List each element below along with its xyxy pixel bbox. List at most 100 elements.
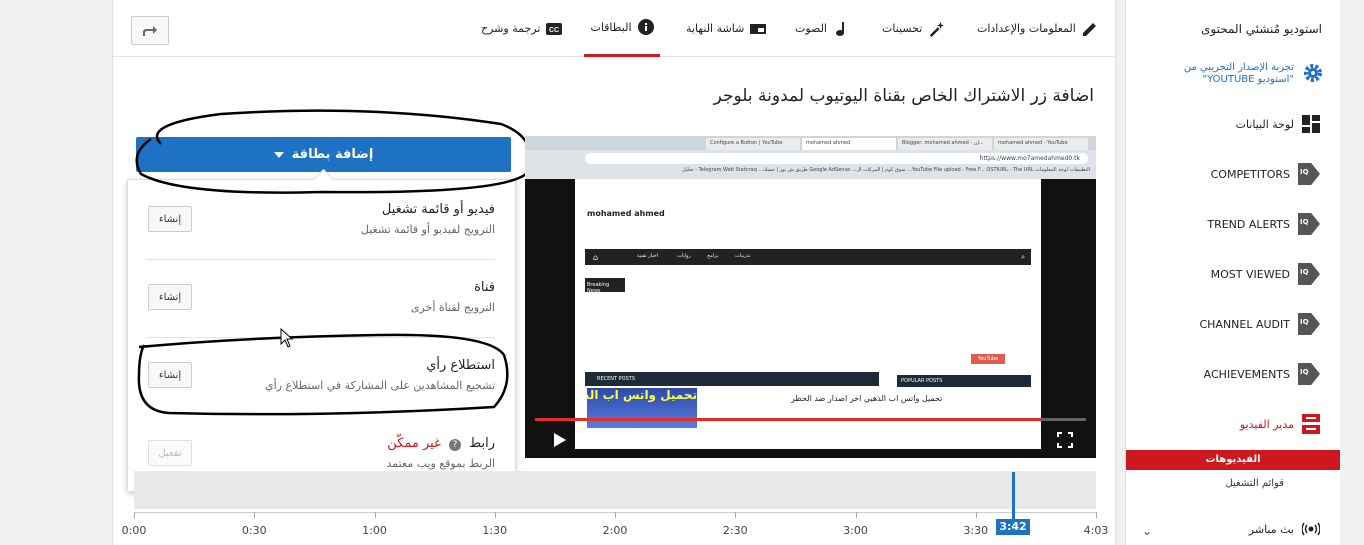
- add-card-button[interactable]: إضافة بطاقة: [136, 137, 511, 172]
- timeline-tick-mark: [494, 512, 496, 518]
- browser-tab: Blogger: mohamed ahmed - إن...: [898, 138, 992, 150]
- card-option-title-text: رابط: [469, 436, 495, 451]
- studio-sidebar: استوديو مُنشئي المحتوى تجربة الإصدار الت…: [1125, 0, 1340, 545]
- card-option-title: رابط ? غير ممكّن: [146, 436, 495, 451]
- card-option-link[interactable]: رابط ? غير ممكّن الربط بموقع ويب معتمد: [146, 436, 495, 470]
- timeline-tick-mark: [735, 512, 737, 518]
- breaking-news: Breaking News: [585, 278, 625, 294]
- card-option-title: فيديو أو قائمة تشغيل: [381, 202, 495, 217]
- create-channel-card-button[interactable]: إنشاء: [148, 284, 192, 310]
- vidiq-icon: IQ: [1298, 163, 1320, 185]
- sidebar-item-most-viewed[interactable]: MOST VIEWED IQ: [1211, 261, 1320, 287]
- tab-end-screen[interactable]: شاشة النهاية: [686, 0, 767, 57]
- player-controls: 3:42 / 4:02: [525, 424, 1096, 458]
- home-icon: ⌂: [593, 253, 599, 262]
- player-progress[interactable]: [535, 418, 1086, 421]
- chevron-down-icon[interactable]: ⌄: [1142, 524, 1152, 538]
- timeline-tick-label: 1:00: [362, 524, 387, 537]
- sidebar-item-label: مدير الفيديو: [1239, 417, 1294, 431]
- sidebar-item-trend-alerts[interactable]: TREND ALERTS IQ: [1207, 211, 1320, 237]
- tab-label: المعلومات والإعدادات: [977, 22, 1076, 35]
- timeline-track[interactable]: [134, 471, 1096, 509]
- sidebar-item-live[interactable]: بث مباشر: [1249, 522, 1320, 536]
- video-player[interactable]: Configure a Button | YouTube mohamed ahm…: [525, 136, 1096, 458]
- timeline-tick-mark: [615, 512, 616, 518]
- sidebar-item-competitors[interactable]: COMPETITORS IQ: [1211, 161, 1320, 187]
- tab-enhancements[interactable]: تحسينات: [882, 0, 945, 57]
- nav-item: تدريبات: [735, 253, 751, 259]
- share-button[interactable]: [131, 16, 169, 45]
- nav-item: اخبار تقنية: [637, 253, 659, 259]
- sidebar-item-channel-audit[interactable]: CHANNEL AUDIT IQ: [1199, 311, 1320, 337]
- live-icon: [1302, 522, 1320, 536]
- vidiq-icon: IQ: [1298, 313, 1320, 335]
- mute-icon[interactable]: [589, 432, 609, 452]
- timeline-tick-mark: [1096, 512, 1097, 518]
- timeline-tick-label: 0:00: [121, 524, 147, 537]
- card-option-poll[interactable]: استطلاع رأي تشجيع المشاهدين على المشاركة…: [146, 358, 495, 392]
- browser-tab: mohamed ahmed: [802, 138, 896, 150]
- timeline-tick-label: 3:00: [843, 524, 868, 537]
- tab-cards[interactable]: البطاقات: [584, 0, 660, 57]
- timeline-tick-label: 2:00: [602, 524, 628, 537]
- sidebar-item-video-manager[interactable]: مدير الفيديو: [1240, 411, 1320, 437]
- nav-item: برامج: [707, 253, 719, 259]
- tab-info-settings[interactable]: المعلومات والإعدادات: [977, 0, 1098, 57]
- end-screen-icon: [750, 21, 767, 37]
- timeline-tick-label: 2:30: [722, 524, 748, 537]
- sidebar-item-label: COMPETITORS: [1210, 167, 1290, 181]
- sidebar-item-achievements[interactable]: ACHIEVEMENTS IQ: [1204, 361, 1320, 387]
- studio-beta-link[interactable]: تجربة الإصدار التجريبي من "استوديو YOUTU…: [1184, 62, 1294, 86]
- mouse-cursor-icon: [280, 328, 294, 348]
- create-poll-card-button[interactable]: إنشاء: [148, 362, 192, 388]
- youtube-badge: YouTube: [971, 354, 1005, 364]
- svg-text:CC: CC: [549, 27, 559, 34]
- sidebar-subitem-playlists[interactable]: قوائم التشغيل: [1225, 478, 1284, 489]
- recent-posts: RECENT POSTS: [585, 372, 879, 386]
- timeline-tick-label: 3:30: [963, 524, 989, 537]
- play-icon[interactable]: [553, 432, 567, 452]
- add-card-label: إضافة بطاقة: [291, 147, 374, 162]
- timeline-tick-label: 1:30: [482, 524, 508, 537]
- sidebar-item-label: MOST VIEWED: [1210, 267, 1290, 281]
- cc-icon: CC: [546, 21, 563, 37]
- address-bar: https://www.mo7amedahmed0.tk: [585, 153, 1088, 164]
- player-progress-fill: [535, 418, 1042, 421]
- card-option-video[interactable]: فيديو أو قائمة تشغيل الترويج لفيديو أو ق…: [146, 202, 495, 236]
- fullscreen-icon[interactable]: [1057, 432, 1073, 452]
- beta-line: تجربة الإصدار التجريبي من: [1183, 62, 1294, 73]
- browser-tabs: Configure a Button | YouTube mohamed ahm…: [525, 136, 1096, 150]
- card-option-title: قناة: [474, 280, 495, 295]
- share-icon: [143, 25, 157, 36]
- sidebar-item-dashboard[interactable]: لوحة البيانات: [1236, 111, 1320, 137]
- timeline-playhead[interactable]: [1012, 472, 1015, 519]
- tab-subtitles[interactable]: CC ترجمة وشرح: [481, 0, 563, 57]
- sidebar-item-label: TREND ALERTS: [1207, 217, 1290, 231]
- card-option-desc: الترويج لفيديو أو قائمة تشغيل: [360, 223, 495, 236]
- beta-line: "استوديو YOUTUBE": [1202, 74, 1295, 85]
- card-option-channel[interactable]: قناة الترويج لقناة أخرى: [146, 280, 495, 314]
- help-icon[interactable]: ?: [449, 439, 461, 451]
- player-time: 3:42 / 4:02: [623, 433, 689, 447]
- caret-down-icon: [273, 151, 284, 158]
- settings-icon[interactable]: [1021, 432, 1037, 452]
- link-status: غير ممكّن: [387, 436, 441, 451]
- music-note-icon: [833, 21, 849, 37]
- timeline-tick-mark: [374, 512, 376, 518]
- playhead-time: 3:42: [996, 519, 1030, 535]
- sidebar-item-label: بث مباشر: [1248, 522, 1294, 536]
- timeline-tick-mark: [134, 512, 135, 518]
- search-icon: ⌕: [1021, 253, 1025, 261]
- sidebar-item-label: لوحة البيانات: [1235, 117, 1294, 131]
- tab-audio[interactable]: الصوت: [795, 0, 849, 57]
- tab-label: ترجمة وشرح: [481, 22, 541, 35]
- sidebar-item-label: ACHIEVEMENTS: [1203, 367, 1290, 381]
- create-video-card-button[interactable]: إنشاء: [148, 206, 192, 232]
- post-title: تحميل واتس اب الذهبي اخر اصدار ضد الحظر: [791, 394, 943, 403]
- enable-link-button[interactable]: تفعيل: [148, 440, 192, 466]
- sidebar-item-label: CHANNEL AUDIT: [1199, 317, 1290, 331]
- sidebar-subitem-videos[interactable]: الفيديوهات: [1126, 450, 1340, 470]
- popular-posts: POPULAR POSTS: [897, 375, 1031, 387]
- card-option-desc: تشجيع المشاهدين على المشاركة في استطلاع …: [265, 379, 495, 392]
- blog-nav: ⌂ اخبار تقنية روايات برامج تدريبات ⌕: [585, 249, 1031, 265]
